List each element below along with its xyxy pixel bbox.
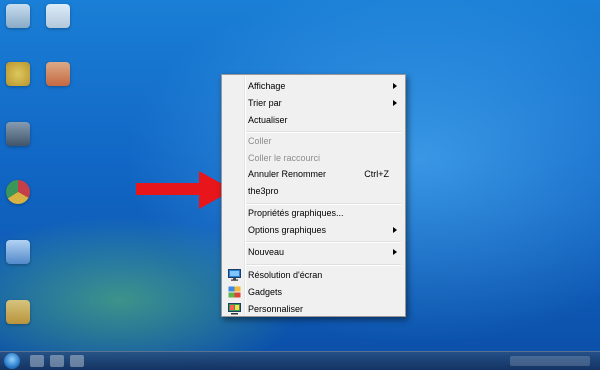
menu-item-gadgets[interactable]: Gadgets: [224, 284, 403, 301]
menu-item-label: Trier par: [248, 98, 282, 108]
menu-item-label: Coller: [248, 136, 272, 146]
taskbar: [0, 351, 600, 370]
gadgets-icon: [228, 286, 241, 298]
menu-separator: [246, 241, 401, 243]
taskbar-app-browser-icon[interactable]: [50, 355, 64, 367]
menu-separator: [246, 264, 401, 266]
desktop-icon-app[interactable]: [46, 62, 70, 86]
menu-item-proprietes-graphiques[interactable]: Propriétés graphiques...: [224, 205, 403, 222]
menu-item-label: Coller le raccourci: [248, 153, 321, 163]
desktop-icon-chrome[interactable]: [6, 180, 30, 204]
desktop-icon-document[interactable]: [46, 4, 70, 28]
menu-item-label: Personnaliser: [248, 304, 304, 314]
taskbar-app-media-icon[interactable]: [70, 355, 84, 367]
menu-item-label: Gadgets: [248, 287, 283, 297]
menu-item-the3pro[interactable]: the3pro: [224, 183, 403, 200]
desktop-icon-drive[interactable]: [6, 122, 30, 146]
menu-item-resolution-ecran[interactable]: Résolution d'écran: [224, 267, 403, 284]
personalize-icon: [228, 303, 241, 315]
menu-item-label: Résolution d'écran: [248, 270, 323, 280]
submenu-arrow-icon: [393, 227, 397, 233]
menu-item-affichage[interactable]: Affichage: [224, 78, 403, 95]
desktop-icon-recycle-bin[interactable]: [6, 4, 30, 28]
menu-item-actualiser[interactable]: Actualiser: [224, 112, 403, 129]
menu-item-trier-par[interactable]: Trier par: [224, 95, 403, 112]
menu-item-label: Actualiser: [248, 115, 288, 125]
desktop-icon-star[interactable]: [6, 62, 30, 86]
taskbar-app-explorer-icon[interactable]: [30, 355, 44, 367]
menu-item-label: Options graphiques: [248, 225, 327, 235]
menu-item-options-graphiques[interactable]: Options graphiques: [224, 222, 403, 239]
start-button-icon[interactable]: [4, 353, 20, 369]
menu-item-coller[interactable]: Coller: [224, 133, 403, 150]
desktop-icon-folder[interactable]: [6, 300, 30, 324]
system-tray[interactable]: [510, 356, 590, 366]
monitor-icon: [228, 269, 241, 281]
desktop-context-menu: Affichage Trier par Actualiser Coller Co…: [221, 74, 406, 317]
menu-item-personnaliser[interactable]: Personnaliser: [224, 301, 403, 318]
menu-item-nouveau[interactable]: Nouveau: [224, 244, 403, 261]
menu-item-annuler-renommer[interactable]: Annuler Renommer Ctrl+Z: [224, 166, 403, 183]
red-arrow-shaft: [136, 183, 206, 195]
submenu-arrow-icon: [393, 100, 397, 106]
desktop-icon-network[interactable]: [6, 240, 30, 264]
menu-item-label: Nouveau: [248, 247, 285, 257]
menu-item-label: the3pro: [248, 186, 279, 196]
menu-item-label: Propriétés graphiques...: [248, 208, 344, 218]
menu-item-label: Affichage: [248, 81, 286, 91]
submenu-arrow-icon: [393, 83, 397, 89]
menu-item-coller-le-raccourci[interactable]: Coller le raccourci: [224, 150, 403, 167]
menu-item-shortcut: Ctrl+Z: [364, 169, 389, 179]
menu-item-label: Annuler Renommer: [248, 169, 327, 179]
submenu-arrow-icon: [393, 249, 397, 255]
